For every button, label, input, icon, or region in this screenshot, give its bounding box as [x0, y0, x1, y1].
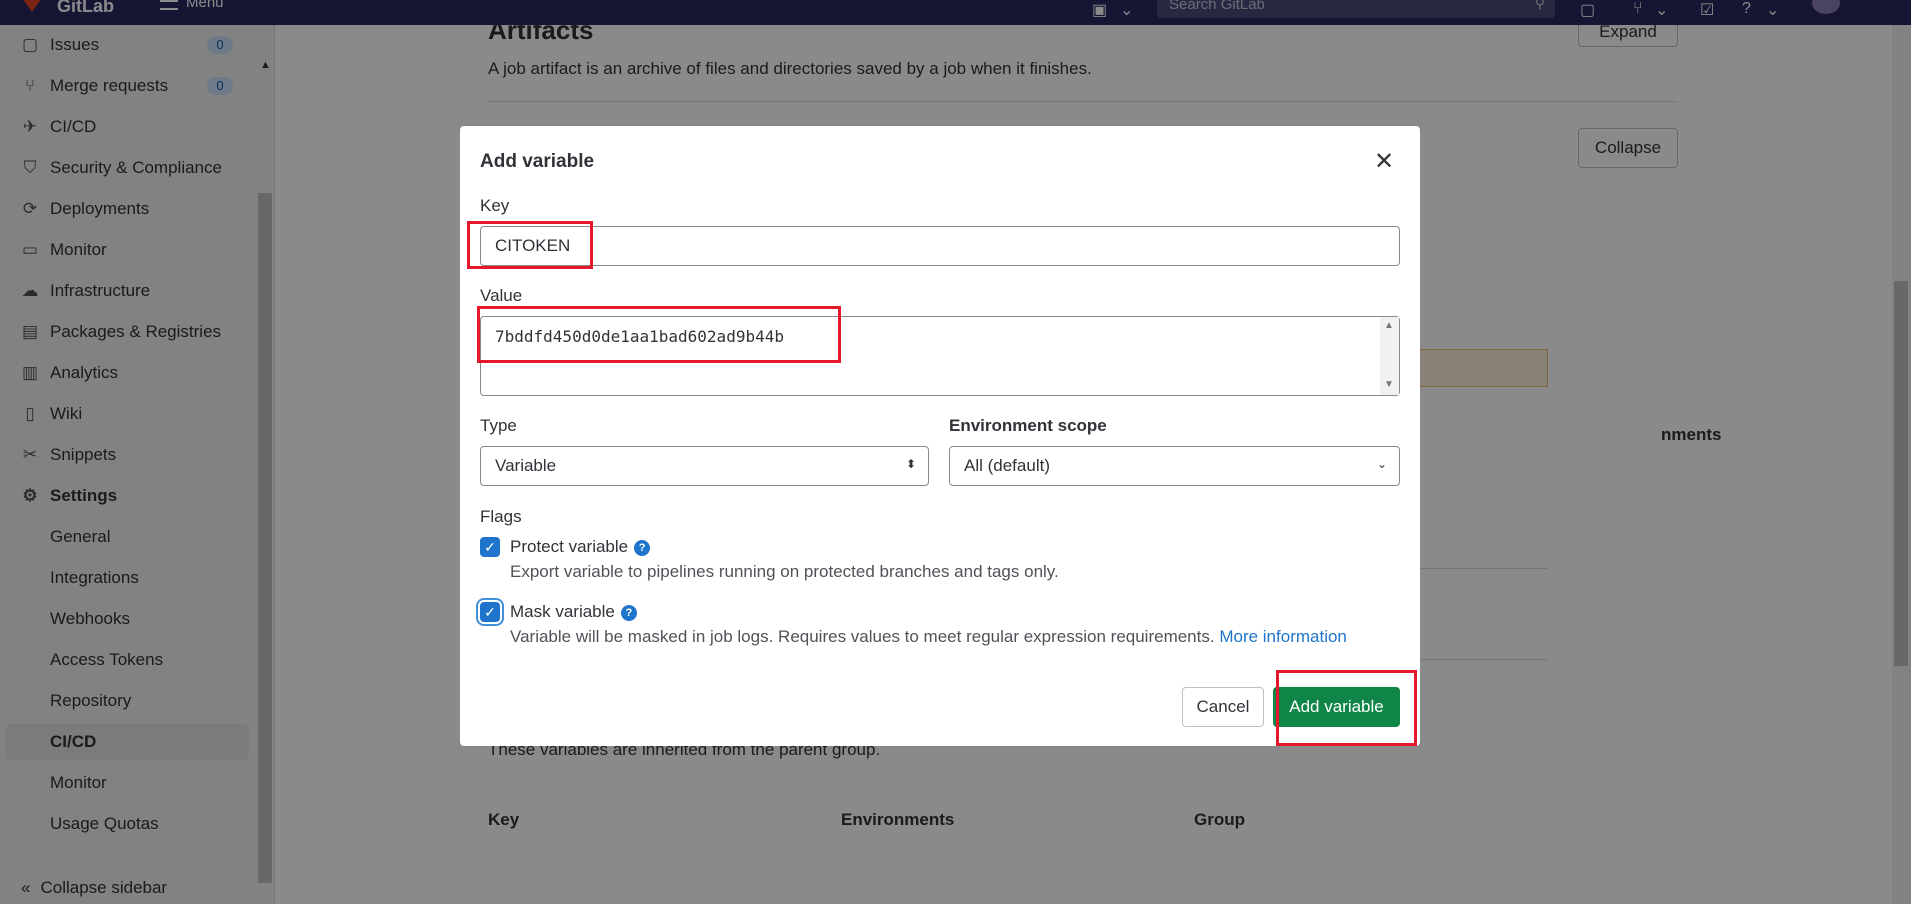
value-label: Value — [480, 286, 523, 305]
mask-variable-description: Variable will be masked in job logs. Req… — [510, 627, 1347, 647]
modal-title: Add variable — [480, 151, 595, 172]
help-icon[interactable]: ? — [620, 604, 637, 621]
mask-variable-checkbox[interactable]: ✓ — [480, 602, 500, 622]
annotation-box-key — [467, 221, 593, 269]
scroll-up-icon[interactable]: ▲ — [1384, 320, 1394, 331]
key-label: Key — [480, 196, 510, 215]
environment-scope-label: Environment scope — [949, 416, 1107, 435]
sort-arrows-icon: ⬍ — [905, 457, 916, 471]
close-icon[interactable]: ✕ — [1374, 147, 1394, 176]
type-label: Type — [480, 416, 517, 435]
protect-variable-description: Export variable to pipelines running on … — [510, 562, 1059, 581]
more-information-link[interactable]: More information — [1219, 627, 1347, 646]
environment-scope-value: All (default) — [964, 456, 1050, 475]
annotation-box-add-button — [1276, 670, 1417, 746]
help-icon[interactable]: ? — [634, 539, 651, 556]
type-value: Variable — [495, 456, 557, 475]
protect-variable-text: Protect variable — [510, 537, 629, 556]
flags-label: Flags — [480, 507, 522, 526]
add-variable-modal: Add variable ✕ Key CITOKEN Value 7bddfd4… — [460, 126, 1420, 746]
environment-scope-dropdown[interactable]: All (default) ⌄ — [949, 446, 1400, 486]
type-select[interactable]: Variable ⬍ — [480, 446, 929, 486]
protect-variable-checkbox[interactable]: ✓ — [480, 537, 500, 557]
key-input[interactable]: CITOKEN — [480, 226, 1400, 266]
protect-variable-label[interactable]: Protect variable? — [510, 537, 651, 557]
annotation-box-value — [477, 306, 841, 363]
mask-variable-text: Mask variable — [510, 602, 615, 621]
scroll-down-icon[interactable]: ▼ — [1384, 379, 1394, 390]
mask-variable-label[interactable]: Mask variable? — [510, 602, 637, 622]
mask-description-text: Variable will be masked in job logs. Req… — [510, 627, 1215, 646]
cancel-button[interactable]: Cancel — [1182, 687, 1264, 727]
chevron-down-icon: ⌄ — [1376, 457, 1387, 471]
textarea-scrollbar[interactable]: ▲ ▼ — [1380, 317, 1399, 395]
